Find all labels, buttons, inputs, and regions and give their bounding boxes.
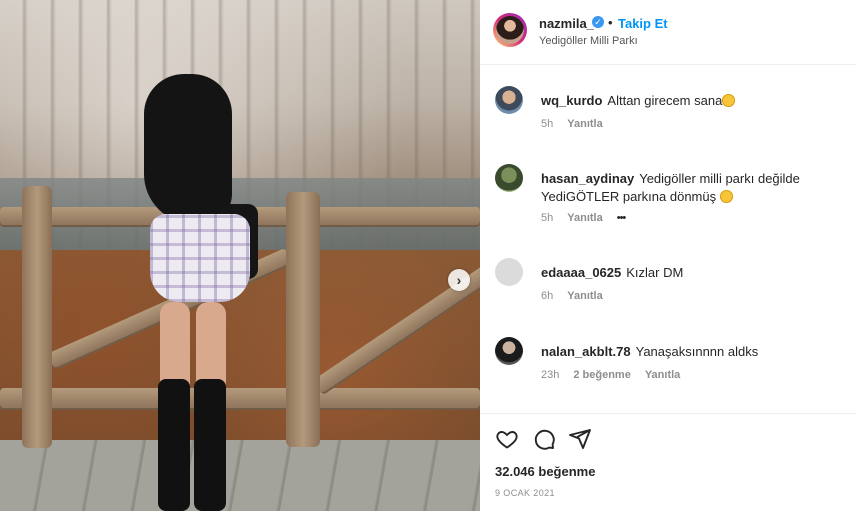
comment-username[interactable]: wq_kurdo [541, 93, 602, 108]
verified-badge-icon: ✓ [592, 16, 604, 28]
comment-text: Kızlar DM [626, 265, 684, 280]
reply-button[interactable]: Yanıtla [645, 369, 680, 381]
comment-time[interactable]: 5h [541, 212, 553, 224]
share-icon[interactable] [568, 427, 592, 451]
person-figure [138, 74, 268, 511]
comment-item: wq_kurdo Alttan girecem sana 5h Yanıtla [480, 86, 856, 156]
heart-icon[interactable] [495, 427, 519, 451]
comment-item: hasan_aydinay Yedigöller milli parkı deği… [480, 164, 856, 244]
post-side-panel: nazmila_ ✓ • Takip Et Yedigöller Milli P… [480, 0, 856, 511]
comment-username[interactable]: nalan_akblt.78 [541, 344, 631, 359]
chevron-right-icon[interactable]: › [448, 269, 470, 291]
reply-button[interactable]: Yanıtla [567, 118, 602, 130]
post-header: nazmila_ ✓ • Takip Et Yedigöller Milli P… [480, 0, 856, 65]
comment-text: Alttan girecem sana [607, 93, 723, 108]
more-options-icon[interactable]: ••• [617, 212, 627, 224]
fence-post-left [22, 186, 52, 448]
post-location[interactable]: Yedigöller Milli Parkı [539, 35, 638, 47]
comment-text-block: nalan_akblt.78 Yanaşaksınnnn aldks [541, 343, 856, 361]
comment-username[interactable]: hasan_aydinay [541, 171, 634, 186]
comment-username[interactable]: edaaaa_0625 [541, 265, 621, 280]
post-photo[interactable]: › [0, 0, 480, 511]
avatar[interactable] [495, 86, 523, 114]
winking-face-emoji-icon [719, 190, 733, 203]
comment-likes[interactable]: 2 beğenme [573, 369, 630, 381]
comment-meta: 6h Yanıtla [541, 290, 603, 302]
left-boot [158, 379, 190, 511]
reply-button[interactable]: Yanıtla [567, 212, 602, 224]
comment-time[interactable]: 6h [541, 290, 553, 302]
comment-item: nalan_akblt.78 Yanaşaksınnnn aldks 23h 2 … [480, 337, 856, 407]
comment-meta: 5h Yanıtla ••• [541, 212, 627, 224]
avatar[interactable] [495, 337, 523, 365]
follow-button[interactable]: Takip Et [618, 16, 668, 31]
comment-icon[interactable] [532, 427, 556, 451]
hair [144, 74, 232, 224]
comment-text-block: hasan_aydinay Yedigöller milli parkı deği… [541, 170, 856, 206]
comment-time[interactable]: 23h [541, 369, 559, 381]
comment-time[interactable]: 5h [541, 118, 553, 130]
post-date: 9 OCAK 2021 [495, 488, 555, 498]
fence-post-right [286, 192, 320, 447]
comment-text-block: wq_kurdo Alttan girecem sana [541, 92, 856, 110]
comment-meta: 23h 2 beğenme Yanıtla [541, 369, 680, 381]
avatar[interactable] [495, 258, 523, 286]
plaid-skirt [150, 214, 250, 302]
heart-eyes-emoji-icon [722, 94, 736, 107]
separator-dot: • [608, 15, 613, 30]
post-actions: 32.046 beğenme 9 OCAK 2021 [480, 413, 856, 512]
comment-text: Yanaşaksınnnn aldks [635, 344, 759, 359]
comment-text-block: edaaaa_0625 Kızlar DM [541, 264, 856, 282]
likes-count[interactable]: 32.046 beğenme [495, 464, 595, 479]
comment-item: edaaaa_0625 Kızlar DM 6h Yanıtla [480, 258, 856, 328]
avatar[interactable] [493, 13, 527, 47]
avatar[interactable] [495, 164, 523, 192]
post-username[interactable]: nazmila_ [539, 16, 594, 31]
reply-button[interactable]: Yanıtla [567, 290, 602, 302]
right-boot [194, 379, 226, 511]
comment-meta: 5h Yanıtla [541, 118, 603, 130]
